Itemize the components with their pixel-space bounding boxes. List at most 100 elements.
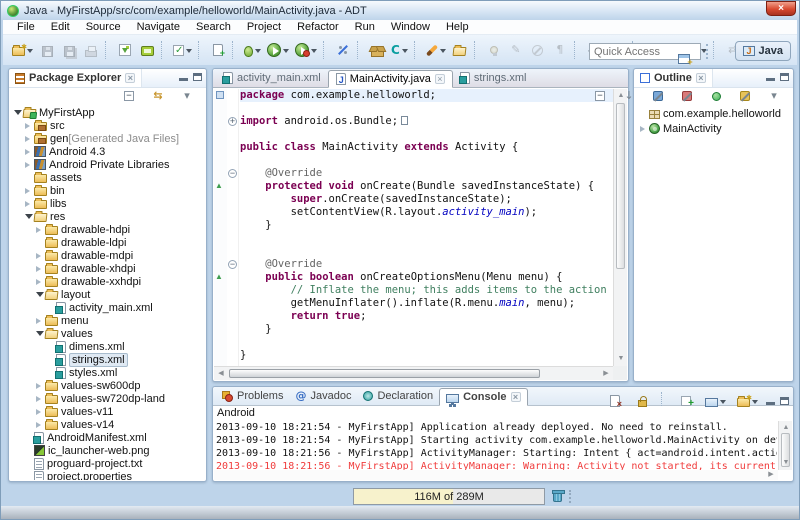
console-tab-problems[interactable]: Problems <box>216 387 289 405</box>
tree-item-values-sw720dp-land[interactable]: values-sw720dp-land <box>10 392 205 405</box>
folding-column[interactable]: + − − <box>227 89 239 366</box>
tree-expander-icon[interactable] <box>35 266 45 272</box>
new-junit-test-button[interactable] <box>171 39 194 61</box>
collapse-fold-icon[interactable]: − <box>228 260 237 269</box>
print-button[interactable] <box>81 39 101 61</box>
block-selection-button[interactable] <box>528 39 548 61</box>
outline-item-com-example-helloworld[interactable]: com.example.helloworld <box>635 106 792 121</box>
run-dropdown-icon[interactable] <box>283 49 289 56</box>
skip-all-breakpoints-button[interactable] <box>333 39 353 61</box>
new-wizard-dropdown-icon[interactable] <box>27 49 33 56</box>
scrollbar-thumb[interactable] <box>229 369 540 378</box>
scroll-right-icon[interactable]: ▶ <box>764 470 778 480</box>
tree-expander-icon[interactable] <box>24 149 34 155</box>
tree-item-drawable-hdpi[interactable]: drawable-hdpi <box>10 223 205 236</box>
run-history-dropdown-icon[interactable] <box>311 49 317 56</box>
console-vertical-scrollbar[interactable]: ▲ ▼ <box>778 421 792 470</box>
editor-tab-strings-xml[interactable]: strings.xml <box>453 69 534 87</box>
editor-tab-mainactivity-java[interactable]: MainActivity.java× <box>328 70 453 88</box>
save-button[interactable] <box>37 39 57 61</box>
tree-expander-icon[interactable] <box>639 126 649 132</box>
maximize-button[interactable] <box>780 397 789 405</box>
coverage-dropdown-icon[interactable] <box>402 49 408 56</box>
collapse-all-button[interactable]: − <box>119 85 139 107</box>
run-garbage-collector-button[interactable] <box>551 490 564 503</box>
new-junit-test-dropdown-icon[interactable] <box>186 49 192 56</box>
outline-tab[interactable]: Outline × <box>634 69 713 87</box>
tree-item-androidmanifest-xml[interactable]: AndroidManifest.xml <box>10 431 205 444</box>
open-resource-button[interactable] <box>450 39 470 61</box>
outline-item-mainactivity[interactable]: MainActivity <box>635 121 792 136</box>
scroll-left-icon[interactable]: ◀ <box>214 367 228 381</box>
close-icon[interactable]: × <box>511 392 521 402</box>
tree-expander-icon[interactable] <box>24 210 34 223</box>
tree-expander-icon[interactable] <box>24 201 34 207</box>
new-wizard-button[interactable] <box>10 39 35 61</box>
android-sdk-manager-button[interactable] <box>115 39 135 61</box>
open-perspective-icon[interactable] <box>678 54 690 64</box>
open-console-dropdown-icon[interactable] <box>752 400 758 407</box>
coverage-button[interactable]: C <box>389 39 410 61</box>
console-tab-javadoc[interactable]: @Javadoc <box>289 387 357 405</box>
minimize-button[interactable] <box>179 78 188 81</box>
tree-item-drawable-ldpi[interactable]: drawable-ldpi <box>10 236 205 249</box>
console-output[interactable]: 2013-09-10 18:21:54 - MyFirstApp] Applic… <box>216 421 777 470</box>
tree-item-drawable-xhdpi[interactable]: drawable-xhdpi <box>10 262 205 275</box>
tree-expander-icon[interactable] <box>35 327 45 340</box>
tree-expander-icon[interactable] <box>35 253 45 259</box>
maximize-button[interactable] <box>780 73 789 81</box>
tree-expander-icon[interactable] <box>24 162 34 168</box>
save-all-button[interactable] <box>59 39 79 61</box>
menu-navigate[interactable]: Navigate <box>129 21 188 33</box>
run-history-button[interactable] <box>293 39 319 61</box>
tree-item-styles-xml[interactable]: styles.xml <box>10 366 205 379</box>
menu-run[interactable]: Run <box>347 21 383 33</box>
collapse-fold-icon[interactable]: − <box>228 169 237 178</box>
mark-occurrences-button[interactable]: ✎ <box>506 39 526 61</box>
tree-expander-icon[interactable] <box>13 106 23 119</box>
menu-source[interactable]: Source <box>78 21 129 33</box>
tree-item-src[interactable]: src <box>10 119 205 132</box>
scroll-right-icon[interactable]: ▶ <box>599 367 613 381</box>
tree-expander-icon[interactable] <box>35 227 45 233</box>
tree-item-strings-xml[interactable]: strings.xml <box>10 353 205 366</box>
tree-item-ic-launcher-web-png[interactable]: ic_launcher-web.png <box>10 444 205 457</box>
tree-item-android-4-3[interactable]: Android 4.3 <box>10 145 205 158</box>
link-with-editor-button[interactable]: ⇆ <box>148 85 168 107</box>
android-avd-manager-button[interactable] <box>137 39 157 61</box>
console-tab-declaration[interactable]: Declaration <box>357 387 439 405</box>
show-whitespace-button[interactable]: ¶ <box>550 39 570 61</box>
tree-item-menu[interactable]: menu <box>10 314 205 327</box>
scrollbar-thumb[interactable] <box>616 103 625 269</box>
tree-item-values-v11[interactable]: values-v11 <box>10 405 205 418</box>
tree-item-libs[interactable]: libs <box>10 197 205 210</box>
hide-local-types-button[interactable] <box>735 85 755 107</box>
tree-item-myfirstapp[interactable]: MyFirstApp <box>10 106 205 119</box>
view-menu-button[interactable]: ▾ <box>764 85 784 107</box>
run-button[interactable] <box>265 39 291 61</box>
tree-item-drawable-mdpi[interactable]: drawable-mdpi <box>10 249 205 262</box>
expand-fold-icon[interactable]: + <box>228 117 237 126</box>
tree-item-values[interactable]: values <box>10 327 205 340</box>
close-icon[interactable]: × <box>696 73 706 83</box>
tree-item-drawable-xxhdpi[interactable]: drawable-xxhdpi <box>10 275 205 288</box>
display-selected-console-dropdown-icon[interactable] <box>720 400 726 407</box>
menu-help[interactable]: Help <box>438 21 477 33</box>
light-bulb-button[interactable] <box>484 39 504 61</box>
menu-refactor[interactable]: Refactor <box>289 21 347 33</box>
menu-file[interactable]: File <box>9 21 43 33</box>
editor-vertical-scrollbar[interactable]: ▲ ▼ <box>613 89 627 366</box>
code-area[interactable]: package com.example.helloworld;import an… <box>240 89 613 366</box>
collapsed-imports-icon[interactable] <box>401 116 408 125</box>
tree-item-proguard-project-txt[interactable]: proguard-project.txt <box>10 457 205 470</box>
editor-horizontal-scrollbar[interactable]: ◀ ▶ <box>214 366 613 380</box>
window-close-button[interactable]: × <box>766 1 796 16</box>
minimize-button[interactable] <box>766 402 775 405</box>
console-horizontal-scrollbar[interactable]: ▶ <box>214 470 778 480</box>
menu-project[interactable]: Project <box>239 21 289 33</box>
tree-item-dimens-xml[interactable]: dimens.xml <box>10 340 205 353</box>
menu-edit[interactable]: Edit <box>43 21 78 33</box>
close-icon[interactable]: × <box>435 74 445 84</box>
tree-item-values-v14[interactable]: values-v14 <box>10 418 205 431</box>
tree-item-bin[interactable]: bin <box>10 184 205 197</box>
